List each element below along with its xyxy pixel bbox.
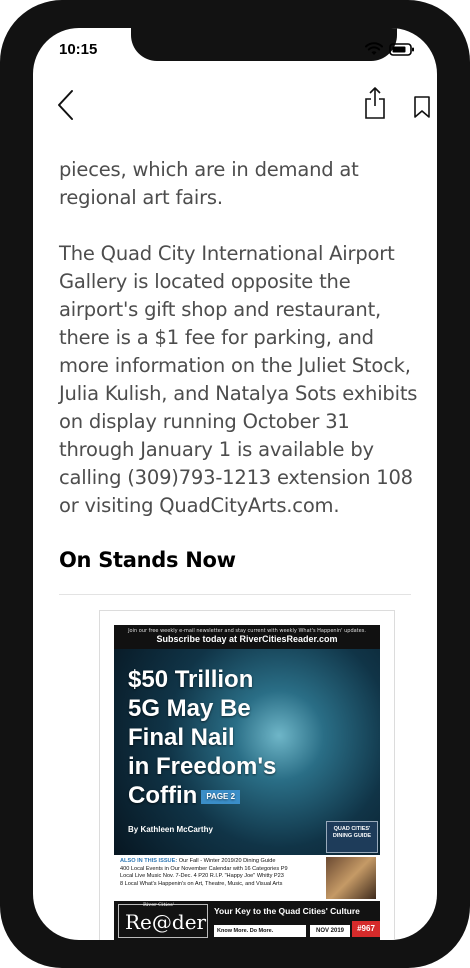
also-label: ALSO IN THIS ISSUE: bbox=[120, 858, 178, 864]
screen: 10:15 pieces, which are in demand at reg… bbox=[33, 28, 437, 940]
magazine-cover-card[interactable]: Join our free weekly e-mail newsletter a… bbox=[99, 610, 395, 940]
logo-small-text: River Cities' bbox=[143, 902, 175, 908]
article-paragraph: pieces, which are in demand at regional … bbox=[59, 158, 359, 209]
status-time: 10:15 bbox=[59, 41, 98, 58]
wifi-icon bbox=[365, 42, 383, 55]
back-icon[interactable] bbox=[55, 88, 77, 122]
article-body: pieces, which are in demand at regional … bbox=[59, 156, 429, 548]
page-tag: PAGE 2 bbox=[201, 789, 241, 804]
cover-banner: River Cities' Re@der Your Key to the Qua… bbox=[114, 901, 380, 940]
dining-guide-badge: QUAD CITIES' DINING GUIDE bbox=[326, 821, 378, 853]
notch bbox=[131, 28, 397, 61]
headline-line: $50 Trillion bbox=[128, 666, 254, 693]
cover-top-strip: Join our free weekly e-mail newsletter a… bbox=[114, 625, 380, 649]
headline-last-word: Coffin bbox=[128, 782, 198, 809]
divider bbox=[59, 594, 411, 595]
phone-frame: 10:15 pieces, which are in demand at reg… bbox=[0, 0, 470, 968]
magazine-cover[interactable]: Join our free weekly e-mail newsletter a… bbox=[114, 625, 380, 940]
section-title: On Stands Now bbox=[59, 548, 236, 572]
headline-line: Coffin PAGE 2 bbox=[128, 781, 276, 810]
share-icon[interactable] bbox=[363, 86, 387, 120]
nav-bar bbox=[33, 80, 437, 130]
headline-line: Final Nail bbox=[128, 724, 235, 751]
banner-tagline: Your Key to the Quad Cities' Culture bbox=[214, 906, 360, 916]
bookmark-icon[interactable] bbox=[413, 96, 431, 118]
headline-line: in Freedom's bbox=[128, 753, 277, 780]
headline-line: 5G May Be bbox=[128, 695, 251, 722]
cover-newsletter-text: Join our free weekly e-mail newsletter a… bbox=[128, 628, 366, 634]
reader-logo: River Cities' Re@der bbox=[118, 902, 208, 938]
battery-icon bbox=[389, 42, 414, 56]
also-text: Our Fall - Winter 2019/20 Dining Guide bbox=[178, 858, 276, 864]
banner-know-more: Know More. Do More. bbox=[214, 925, 306, 937]
status-icons bbox=[365, 42, 415, 56]
logo-text: Re@der bbox=[125, 910, 207, 934]
issue-date: NOV 2019 bbox=[310, 925, 350, 937]
cover-byline: By Kathleen McCarthy bbox=[128, 825, 213, 834]
cover-headline: $50 Trillion 5G May Be Final Nail in Fre… bbox=[128, 665, 276, 810]
cover-subscribe-text: Subscribe today at RiverCitiesReader.com bbox=[156, 634, 338, 644]
article-paragraph: The Quad City International Airport Gall… bbox=[59, 242, 418, 517]
dining-thumbnail bbox=[326, 857, 376, 899]
issue-number: #967 bbox=[352, 921, 380, 937]
